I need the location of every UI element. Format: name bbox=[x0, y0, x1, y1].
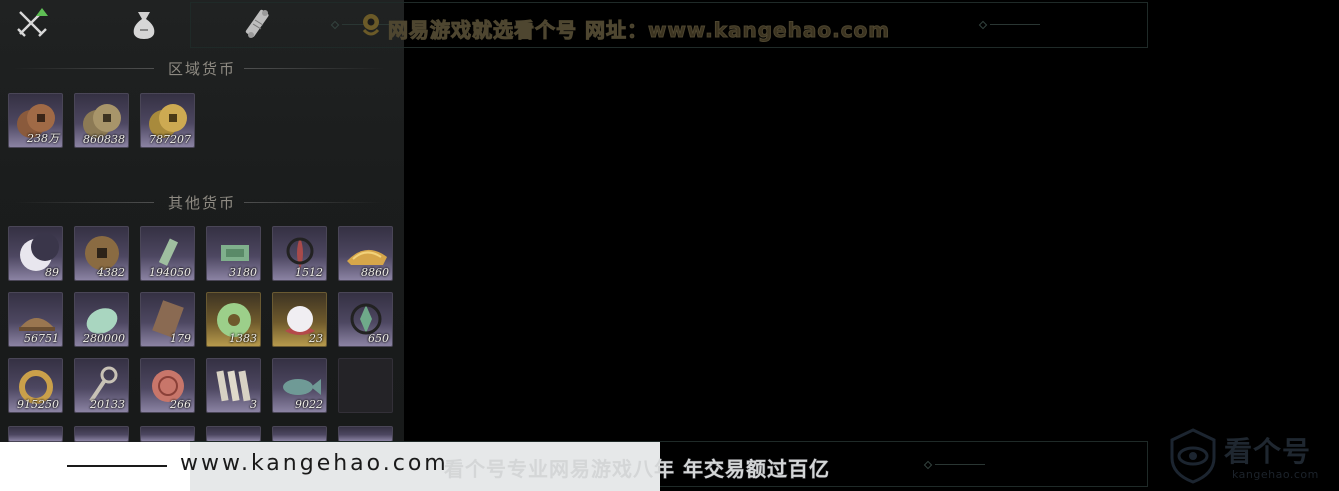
item-count: 9022 bbox=[295, 398, 323, 411]
item-count: 650 bbox=[368, 332, 389, 345]
money-bag-icon bbox=[133, 12, 155, 39]
website-url[interactable]: www.kangehao.com bbox=[180, 451, 449, 476]
item-count: 89 bbox=[45, 266, 59, 279]
currency-slot-partial[interactable] bbox=[74, 426, 129, 442]
currency-slot-partial[interactable] bbox=[206, 426, 261, 442]
url-banner: www.kangehao.com 看个号专业网易游戏八年 年交易额过百亿 bbox=[0, 442, 829, 491]
watermark-bottom-text-overlap: 看个号专业网易游戏八年 年交易额过百亿 bbox=[444, 457, 830, 481]
currency-slot[interactable]: 194050 bbox=[140, 226, 195, 281]
item-count: 23 bbox=[309, 332, 323, 345]
item-count: 3 bbox=[250, 398, 257, 411]
empty-slot bbox=[338, 358, 393, 413]
logo-domain: kangehao.com bbox=[1232, 468, 1319, 481]
currency-slot[interactable]: 3180 bbox=[206, 226, 261, 281]
item-count: 1512 bbox=[295, 266, 323, 279]
currency-slot-partial[interactable] bbox=[8, 426, 63, 442]
item-count: 787207 bbox=[149, 133, 191, 146]
currency-slot[interactable]: 4382 bbox=[74, 226, 129, 281]
item-count: 179 bbox=[170, 332, 191, 345]
watermark-top-text: 网易游戏就选看个号 网址：www.kangehao.com bbox=[387, 18, 891, 43]
item-count: 280000 bbox=[83, 332, 125, 345]
logo-brand: 看个号 bbox=[1224, 435, 1312, 468]
currency-slot[interactable]: 280000 bbox=[74, 292, 129, 347]
currency-slot[interactable]: 179 bbox=[140, 292, 195, 347]
kangehao-logo: 看个号 kangehao.com bbox=[1162, 424, 1334, 488]
currency-slot[interactable]: 1383 bbox=[206, 292, 261, 347]
ornament bbox=[978, 20, 1040, 30]
currency-panel: 区域货币 238万 860838 787207 其他货币 89 4382 194050 3… bbox=[0, 0, 404, 442]
regional-currency-header: 区域货币 bbox=[0, 56, 404, 80]
item-count: 3180 bbox=[229, 266, 257, 279]
eye-shield-icon bbox=[1170, 428, 1216, 484]
item-count: 20133 bbox=[90, 398, 125, 411]
currency-slot[interactable]: 9022 bbox=[272, 358, 327, 413]
crossed-swords-icon bbox=[17, 8, 48, 37]
watermark-pin-icon bbox=[362, 14, 380, 36]
item-count: 266 bbox=[170, 398, 191, 411]
tab-weapons[interactable] bbox=[12, 4, 52, 44]
item-count: 860838 bbox=[83, 133, 125, 146]
ornament bbox=[923, 460, 985, 470]
currency-slot[interactable]: 56751 bbox=[8, 292, 63, 347]
currency-slot-partial[interactable] bbox=[272, 426, 327, 442]
currency-slot[interactable]: 89 bbox=[8, 226, 63, 281]
currency-slot[interactable]: 20133 bbox=[74, 358, 129, 413]
item-count: 56751 bbox=[24, 332, 59, 345]
currency-slot[interactable]: 915250 bbox=[8, 358, 63, 413]
item-count: 8860 bbox=[361, 266, 389, 279]
currency-slot[interactable]: 8860 bbox=[338, 226, 393, 281]
currency-slot[interactable]: 650 bbox=[338, 292, 393, 347]
item-count: 194050 bbox=[149, 266, 191, 279]
currency-slot[interactable]: 860838 bbox=[74, 93, 129, 148]
divider bbox=[67, 465, 167, 467]
currency-slot-partial[interactable] bbox=[338, 426, 393, 442]
currency-slot[interactable]: 266 bbox=[140, 358, 195, 413]
currency-slot-partial[interactable] bbox=[140, 426, 195, 442]
item-count: 4382 bbox=[97, 266, 125, 279]
currency-slot[interactable]: 1512 bbox=[272, 226, 327, 281]
other-currency-header: 其他货币 bbox=[0, 190, 404, 214]
item-count: 1383 bbox=[229, 332, 257, 345]
item-count: 915250 bbox=[17, 398, 59, 411]
currency-slot[interactable]: 238万 bbox=[8, 93, 63, 148]
item-count: 238万 bbox=[27, 132, 59, 145]
currency-slot[interactable]: 23 bbox=[272, 292, 327, 347]
tab-currency[interactable] bbox=[124, 4, 164, 44]
currency-slot[interactable]: 3 bbox=[206, 358, 261, 413]
currency-slot[interactable]: 787207 bbox=[140, 93, 195, 148]
